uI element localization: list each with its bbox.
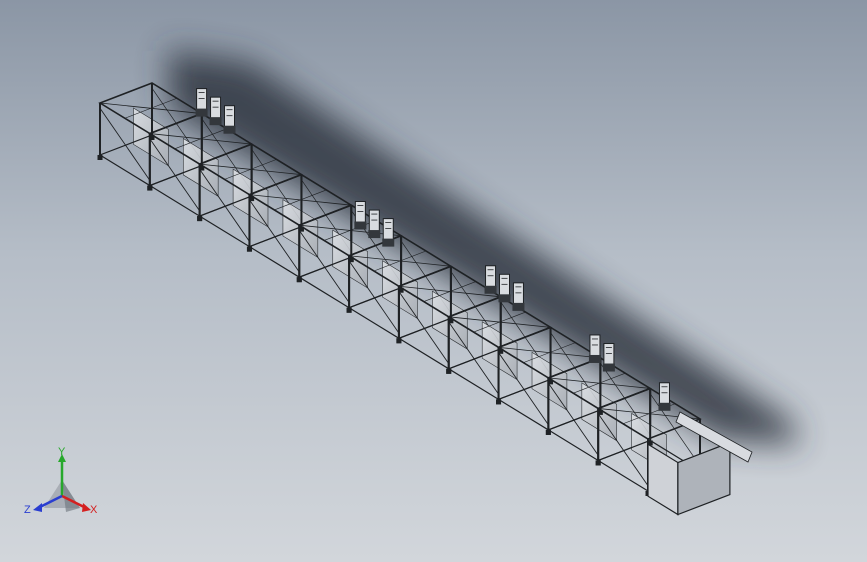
motor-flange xyxy=(195,108,208,117)
end-station-side xyxy=(677,441,731,516)
servo-motor[interactable] xyxy=(223,105,236,134)
servo-motor[interactable] xyxy=(512,282,525,311)
servo-motor[interactable] xyxy=(354,201,367,230)
leveling-foot xyxy=(97,155,103,160)
leveling-foot xyxy=(296,277,302,283)
servo-motor[interactable] xyxy=(498,273,511,303)
leveling-foot xyxy=(396,338,402,344)
leveling-foot xyxy=(545,429,551,435)
leveling-foot xyxy=(197,216,203,222)
leveling-foot xyxy=(496,399,502,405)
motor-flange xyxy=(512,302,525,311)
servo-motor[interactable] xyxy=(484,265,497,294)
servo-motor[interactable] xyxy=(195,88,208,117)
leveling-foot xyxy=(346,307,352,313)
motor-flange xyxy=(484,285,497,294)
motor-flange xyxy=(602,363,615,372)
motor-flange xyxy=(498,294,511,303)
model-shadow xyxy=(168,50,800,445)
graphics-viewport[interactable]: Y X Z xyxy=(0,0,867,562)
servo-motor[interactable] xyxy=(368,209,381,239)
motor-flange xyxy=(368,230,381,239)
triad-x-label: X xyxy=(90,504,98,516)
motor-flange xyxy=(588,354,601,363)
motor-flange xyxy=(223,125,236,134)
motor-flange xyxy=(382,238,395,247)
orientation-triad[interactable]: Y X Z xyxy=(22,446,102,526)
leveling-foot xyxy=(147,185,153,191)
servo-motor[interactable] xyxy=(382,218,395,247)
cross-member xyxy=(124,97,178,119)
motor-flange xyxy=(354,221,367,230)
leveling-foot xyxy=(446,368,452,374)
conveyor-frame-model[interactable] xyxy=(0,0,867,562)
motor-flange xyxy=(209,117,222,126)
leveling-foot xyxy=(246,246,252,252)
servo-motor[interactable] xyxy=(209,96,222,126)
leveling-foot xyxy=(595,460,601,466)
triad-y-label: Y xyxy=(58,446,66,458)
servo-motor[interactable] xyxy=(588,334,601,363)
servo-motor[interactable] xyxy=(658,382,671,411)
triad-z-label: Z xyxy=(24,504,31,516)
servo-motor[interactable] xyxy=(602,343,615,372)
motor-flange xyxy=(658,402,671,411)
frame-modules[interactable] xyxy=(97,82,731,516)
